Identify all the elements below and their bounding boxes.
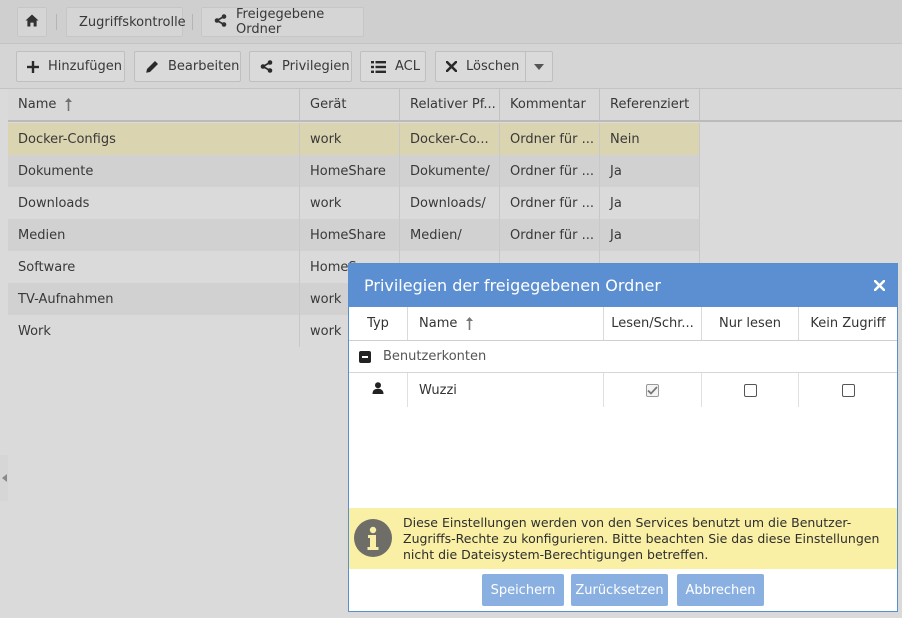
column-header-label: Typ [367,316,389,331]
info-message: Diese Einstellungen werden von den Servi… [349,508,897,569]
cell-read-write [604,373,702,407]
dialog-title: Privilegien der freigegebenen Ordner [364,276,661,295]
collapse-group-icon[interactable] [359,350,371,363]
chevron-left-icon [1,471,7,486]
privileges-dialog: Privilegien der freigegebenen Ordner Typ… [348,263,898,612]
cancel-button-label: Abbrechen [685,582,756,598]
table-row[interactable]: Wuzzi [349,373,897,407]
user-icon [372,382,384,398]
save-button-label: Speichern [490,582,556,598]
column-header-read-write[interactable]: Lesen/Schr... [604,307,702,341]
reset-button-label: Zurücksetzen [575,582,664,598]
info-text: Diese Einstellungen werden von den Servi… [403,515,880,562]
cell-name: Wuzzi [408,373,604,407]
cell-type [349,373,408,407]
cell-no-access [799,373,897,407]
close-button[interactable] [871,277,887,293]
cancel-button[interactable]: Abbrechen [677,574,764,606]
read-write-checkbox[interactable] [646,383,659,397]
collapse-handle[interactable] [0,455,8,501]
info-icon [354,519,392,557]
column-header-label: Nur lesen [718,316,782,331]
column-header-type[interactable]: Typ [349,307,408,341]
group-label: Benutzerkonten [383,349,487,364]
group-row-user-accounts[interactable]: Benutzerkonten [349,341,897,373]
page: Zugriffskontrolle Freigegebene Ordner Hi… [0,0,902,618]
column-header-label: Kein Zugriff [810,316,886,331]
column-header-label: Lesen/Schr... [611,316,694,331]
column-header-no-access[interactable]: Kein Zugriff [799,307,897,341]
reset-button[interactable]: Zurücksetzen [571,574,668,606]
column-header-label: Name [419,316,458,331]
column-header-name[interactable]: Name [408,307,604,341]
column-header-read-only[interactable]: Nur lesen [702,307,799,341]
no-access-checkbox[interactable] [841,383,855,397]
save-button[interactable]: Speichern [482,574,564,606]
dialog-header: Privilegien der freigegebenen Ordner [349,264,897,307]
check-icon [647,385,658,395]
close-icon [873,276,885,295]
read-only-checkbox[interactable] [743,383,757,397]
sort-asc-icon [466,317,474,330]
cell-read-only [702,373,799,407]
